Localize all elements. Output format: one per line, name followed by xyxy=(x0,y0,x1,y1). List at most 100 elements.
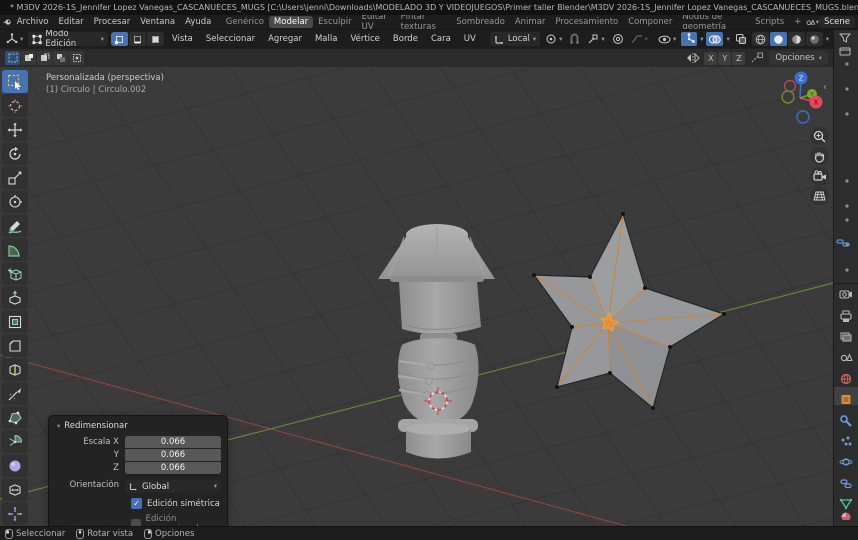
face-select-button[interactable] xyxy=(146,32,164,46)
snap-projection-icon[interactable] xyxy=(750,52,764,64)
outliner-collection-icon[interactable] xyxy=(839,46,851,56)
tool-edge-slide[interactable] xyxy=(2,478,28,501)
workspace-tab-editar-uv[interactable]: Editar UV xyxy=(357,15,396,29)
tool-poly-build[interactable] xyxy=(2,406,28,429)
edge-select-button[interactable] xyxy=(128,32,146,46)
gizmo-neg-x-ball[interactable] xyxy=(783,79,797,93)
gizmos-chevron-icon[interactable]: ▾ xyxy=(700,36,703,43)
tool-annotate[interactable] xyxy=(2,214,28,237)
workspace-tab-scripts[interactable]: Scripts xyxy=(750,16,789,28)
mirror-edit-checkbox[interactable]: ✓ xyxy=(131,498,142,509)
tool-extrude-region[interactable] xyxy=(2,286,28,309)
workspace-tab-pintar-texturas[interactable]: Pintar texturas xyxy=(396,15,452,29)
workspace-tab-generico[interactable]: Genérico xyxy=(221,16,269,28)
menu-vista[interactable]: Vista xyxy=(167,34,198,44)
shading-rendered-button[interactable] xyxy=(805,32,823,46)
proportional-edit-checkbox-row[interactable]: Edición proporcional xyxy=(131,514,221,526)
tool-transform[interactable] xyxy=(2,190,28,213)
add-workspace-button[interactable]: + xyxy=(789,16,806,28)
3d-viewport[interactable]: Personalizada (perspectiva) (1) Circulo … xyxy=(0,67,833,526)
select-mode-subtract-button[interactable] xyxy=(37,51,52,65)
tool-scale[interactable] xyxy=(2,166,28,189)
mirror-x-button[interactable]: X xyxy=(704,51,718,65)
vertex-select-button[interactable] xyxy=(110,32,128,46)
tool-options-dropdown[interactable]: Opciones ▾ xyxy=(769,51,828,65)
navigation-gizmo[interactable]: Y Z X xyxy=(776,69,826,127)
workspace-tab-nodos-geometria[interactable]: Nodos de geometría xyxy=(677,15,750,29)
transform-orientation-dropdown[interactable]: Local ▾ xyxy=(489,32,541,46)
tool-cursor[interactable] xyxy=(2,94,28,117)
workspace-tab-sombreado[interactable]: Sombreado xyxy=(451,16,510,28)
outliner-link-icon[interactable] xyxy=(836,237,850,249)
outliner-filter-icon[interactable] xyxy=(839,33,851,43)
menu-uv[interactable]: UV xyxy=(459,34,481,44)
tool-move[interactable] xyxy=(2,118,28,141)
tool-measure[interactable] xyxy=(2,238,28,261)
tool-knife[interactable] xyxy=(2,382,28,405)
mirror-y-button[interactable]: Y xyxy=(718,51,732,65)
menu-agregar[interactable]: Agregar xyxy=(263,34,307,44)
tool-select-box[interactable] xyxy=(2,70,28,93)
orientation-dropdown[interactable]: Global ▾ xyxy=(125,480,221,493)
outliner-visibility-dots[interactable] xyxy=(839,60,851,210)
select-mode-intersect-button[interactable] xyxy=(69,51,84,65)
tool-shrink-fatten[interactable] xyxy=(2,502,28,525)
shading-solid-button[interactable] xyxy=(769,32,787,46)
menu-vertice[interactable]: Vértice xyxy=(345,34,384,44)
gizmo-neg-z-ball[interactable] xyxy=(796,110,810,124)
select-mode-extend-button[interactable] xyxy=(21,51,36,65)
sidebar-collapse-arrow[interactable]: ‹ xyxy=(823,82,827,93)
tool-bevel[interactable] xyxy=(2,334,28,357)
tool-smooth[interactable] xyxy=(2,454,28,477)
scale-x-field[interactable]: 0.066 xyxy=(125,436,221,448)
workspace-tab-animar[interactable]: Animar xyxy=(510,16,551,28)
menu-malla[interactable]: Malla xyxy=(310,34,342,44)
pan-button[interactable] xyxy=(810,147,829,165)
menu-cara[interactable]: Cara xyxy=(426,34,456,44)
operator-panel-header[interactable]: ▾ Redimensionar xyxy=(55,420,221,436)
overlays-chevron-icon[interactable]: ▾ xyxy=(726,36,729,43)
select-mode-invert-button[interactable] xyxy=(53,51,68,65)
select-mode-set-button[interactable] xyxy=(5,51,20,65)
snap-target-dropdown[interactable]: ▾ xyxy=(585,32,606,46)
workspace-tab-esculpir[interactable]: Esculpir xyxy=(313,16,356,28)
pivot-point-dropdown[interactable]: ▾ xyxy=(543,32,564,46)
menu-editar[interactable]: Editar xyxy=(54,17,89,27)
menu-ayuda[interactable]: Ayuda xyxy=(180,17,216,27)
tool-add-cube[interactable] xyxy=(2,262,28,285)
overlays-toggle-button[interactable] xyxy=(706,32,724,46)
shading-material-button[interactable] xyxy=(787,32,805,46)
menu-ventana[interactable]: Ventana xyxy=(135,17,180,27)
mirror-icon[interactable] xyxy=(686,52,701,64)
snap-toggle-button[interactable] xyxy=(567,32,582,46)
scale-y-field[interactable]: 0.066 xyxy=(125,449,221,461)
menu-seleccionar[interactable]: Seleccionar xyxy=(201,34,260,44)
zoom-button[interactable] xyxy=(810,127,829,145)
scene-name-field[interactable]: Scene xyxy=(819,16,855,28)
workspace-tab-modelar[interactable]: Modelar xyxy=(268,16,314,28)
gizmos-toggle-button[interactable] xyxy=(681,32,698,46)
workspace-tab-procesamiento[interactable]: Procesamiento xyxy=(550,16,623,28)
gizmo-neg-y-ball[interactable] xyxy=(781,90,795,104)
xray-toggle-button[interactable] xyxy=(733,32,749,46)
editor-type-button[interactable]: ▾ xyxy=(4,32,25,46)
properties-tab-column[interactable] xyxy=(839,288,853,520)
perspective-toggle-button[interactable] xyxy=(810,187,829,205)
shading-chevron-icon[interactable]: ▾ xyxy=(826,36,829,43)
workspace-tab-componer[interactable]: Componer xyxy=(623,16,677,28)
mirror-z-button[interactable]: Z xyxy=(732,51,746,65)
proportional-edit-checkbox[interactable] xyxy=(131,518,141,526)
tool-spin[interactable] xyxy=(2,430,28,453)
menu-archivo[interactable]: Archivo xyxy=(12,17,54,27)
menu-procesar[interactable]: Procesar xyxy=(89,17,136,27)
scale-z-field[interactable]: 0.066 xyxy=(125,462,221,474)
camera-view-button[interactable] xyxy=(810,167,829,185)
scene-icon[interactable] xyxy=(806,17,816,27)
mirror-edit-checkbox-row[interactable]: ✓ Edición simétrica xyxy=(131,498,221,509)
tool-rotate[interactable] xyxy=(2,142,28,165)
mode-selector[interactable]: Modo Edición ▾ xyxy=(28,30,108,48)
proportional-falloff-dropdown[interactable]: ▾ xyxy=(629,32,650,46)
tool-loop-cut[interactable] xyxy=(2,358,28,381)
menu-borde[interactable]: Borde xyxy=(388,34,423,44)
shading-wireframe-button[interactable] xyxy=(751,32,769,46)
